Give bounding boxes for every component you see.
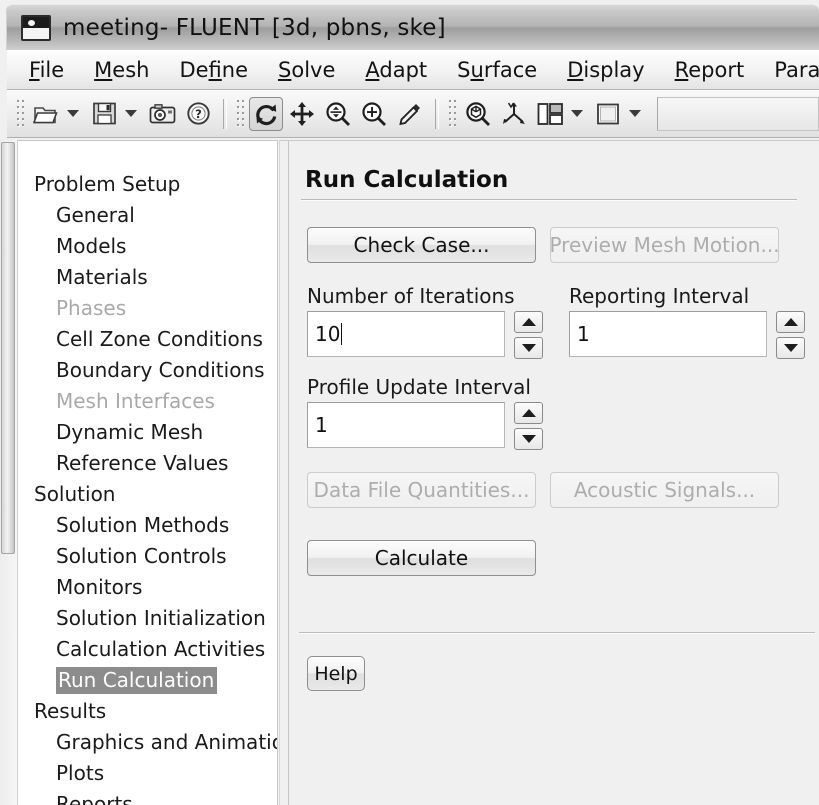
fluent-app-icon (21, 14, 51, 41)
tree-item-general[interactable]: General (18, 200, 277, 231)
toolbar-text-field[interactable] (657, 96, 819, 131)
save-file-icon[interactable] (87, 97, 121, 131)
panel-window-dropdown-icon[interactable] (627, 99, 643, 129)
navigation-tree: Problem Setup General Models Materials P… (18, 140, 278, 805)
tree-item-plots[interactable]: Plots (18, 758, 277, 789)
profile-update-interval-stepper[interactable] (514, 402, 543, 450)
scrollbar-thumb[interactable] (1, 142, 15, 554)
tree-item-solution-methods[interactable]: Solution Methods (18, 510, 277, 541)
tree-item-dynamic-mesh[interactable]: Dynamic Mesh (18, 417, 277, 448)
open-file-dropdown-icon[interactable] (65, 99, 81, 129)
menu-item-surface[interactable]: Surface (457, 58, 537, 82)
toolbar-separator-1 (223, 98, 227, 129)
tree-section-solution[interactable]: Solution (18, 479, 277, 510)
menu-item-file[interactable]: File (29, 58, 64, 82)
run-calculation-panel: Run Calculation Check Case... Preview Me… (279, 140, 819, 805)
tree-item-reference-values[interactable]: Reference Values (18, 448, 277, 479)
menu-item-report[interactable]: Report (675, 58, 745, 82)
tree-item-boundary-conditions[interactable]: Boundary Conditions (18, 355, 277, 386)
data-file-quantities-button: Data File Quantities... (307, 472, 536, 508)
acoustic-signals-button: Acoustic Signals... (550, 472, 779, 508)
number-of-iterations-stepper[interactable] (514, 311, 543, 359)
profile-update-interval-decrement-icon[interactable] (514, 428, 543, 450)
menu-item-solve[interactable]: Solve (278, 58, 335, 82)
svg-text:?: ? (195, 107, 202, 121)
menu-item-adapt[interactable]: Adapt (365, 58, 427, 82)
help-question-icon[interactable]: ? (181, 97, 215, 131)
toolbar-separator-2 (435, 98, 439, 129)
menu-item-mesh[interactable]: Mesh (94, 58, 149, 82)
profile-update-interval-input[interactable]: 1 (307, 402, 505, 448)
zoom-in-icon[interactable] (357, 97, 391, 131)
tree-item-graphics-and-animations[interactable]: Graphics and Animations (18, 727, 277, 758)
toolbar-grip-3[interactable] (448, 98, 456, 129)
tree-item-run-calculation[interactable]: Run Calculation (18, 665, 277, 696)
tree-item-models[interactable]: Models (18, 231, 277, 262)
save-file-dropdown-icon[interactable] (123, 99, 139, 129)
menu-item-parallel[interactable]: Paralle (774, 58, 819, 82)
profile-update-interval-label: Profile Update Interval (307, 375, 531, 399)
panel-title: Run Calculation (305, 167, 509, 193)
menu-bar: File Mesh Define Solve Adapt Surface Dis… (7, 50, 819, 90)
panel-title-rule (301, 199, 797, 201)
number-of-iterations-increment-icon[interactable] (514, 311, 543, 333)
reporting-interval-stepper[interactable] (776, 311, 805, 359)
tree-item-solution-controls[interactable]: Solution Controls (18, 541, 277, 572)
tree-item-materials[interactable]: Materials (18, 262, 277, 293)
help-button[interactable]: Help (307, 656, 365, 691)
viewport-layout-icon[interactable] (533, 97, 567, 131)
tree-item-mesh-interfaces: Mesh Interfaces (56, 389, 215, 413)
reporting-interval-input[interactable]: 1 (569, 311, 767, 357)
menu-item-define[interactable]: Define (179, 58, 248, 82)
profile-update-interval-increment-icon[interactable] (514, 402, 543, 424)
toolbar-grip-1[interactable] (16, 98, 24, 129)
preview-mesh-motion-button: Preview Mesh Motion... (549, 227, 780, 263)
check-case-button[interactable]: Check Case... (307, 227, 536, 263)
tree-item-monitors[interactable]: Monitors (18, 572, 277, 603)
tree-item-solution-initialization[interactable]: Solution Initialization (18, 603, 277, 634)
axes-icon[interactable] (497, 97, 531, 131)
calculate-button[interactable]: Calculate (307, 540, 536, 576)
menu-item-display[interactable]: Display (567, 58, 644, 82)
main-toolbar: ? (7, 90, 819, 138)
tree-section-problem-setup[interactable]: Problem Setup (18, 169, 277, 200)
window-vertical-scrollbar[interactable] (0, 140, 18, 805)
open-file-icon[interactable] (29, 97, 63, 131)
tree-item-calculation-activities[interactable]: Calculation Activities (18, 634, 277, 665)
zoom-view-icon[interactable] (321, 97, 355, 131)
reporting-interval-label: Reporting Interval (569, 284, 750, 308)
number-of-iterations-input[interactable]: 10 (307, 311, 505, 357)
probe-pointer-icon[interactable] (393, 97, 427, 131)
tree-item-reports[interactable]: Reports (18, 789, 277, 805)
number-of-iterations-decrement-icon[interactable] (514, 337, 543, 359)
camera-snapshot-icon[interactable] (145, 97, 179, 131)
tree-item-phases: Phases (56, 296, 127, 320)
window-title: meeting- FLUENT [3d, pbns, ske] (63, 14, 446, 41)
rotate-view-icon[interactable] (249, 96, 283, 131)
toolbar-grip-2[interactable] (236, 98, 244, 129)
reporting-interval-decrement-icon[interactable] (776, 337, 805, 359)
number-of-iterations-label: Number of Iterations (307, 284, 515, 308)
viewport-layout-dropdown-icon[interactable] (569, 99, 585, 129)
panel-window-icon[interactable] (591, 97, 625, 131)
tree-item-cell-zone-conditions[interactable]: Cell Zone Conditions (18, 324, 277, 355)
pan-view-icon[interactable] (285, 97, 319, 131)
tree-section-results[interactable]: Results (18, 696, 277, 727)
fluent-application-window: meeting- FLUENT [3d, pbns, ske] File Mes… (0, 0, 819, 805)
fit-to-window-icon[interactable] (461, 97, 495, 131)
reporting-interval-increment-icon[interactable] (776, 311, 805, 333)
title-bar: meeting- FLUENT [3d, pbns, ske] (6, 4, 819, 50)
panel-bottom-rule (299, 632, 815, 634)
